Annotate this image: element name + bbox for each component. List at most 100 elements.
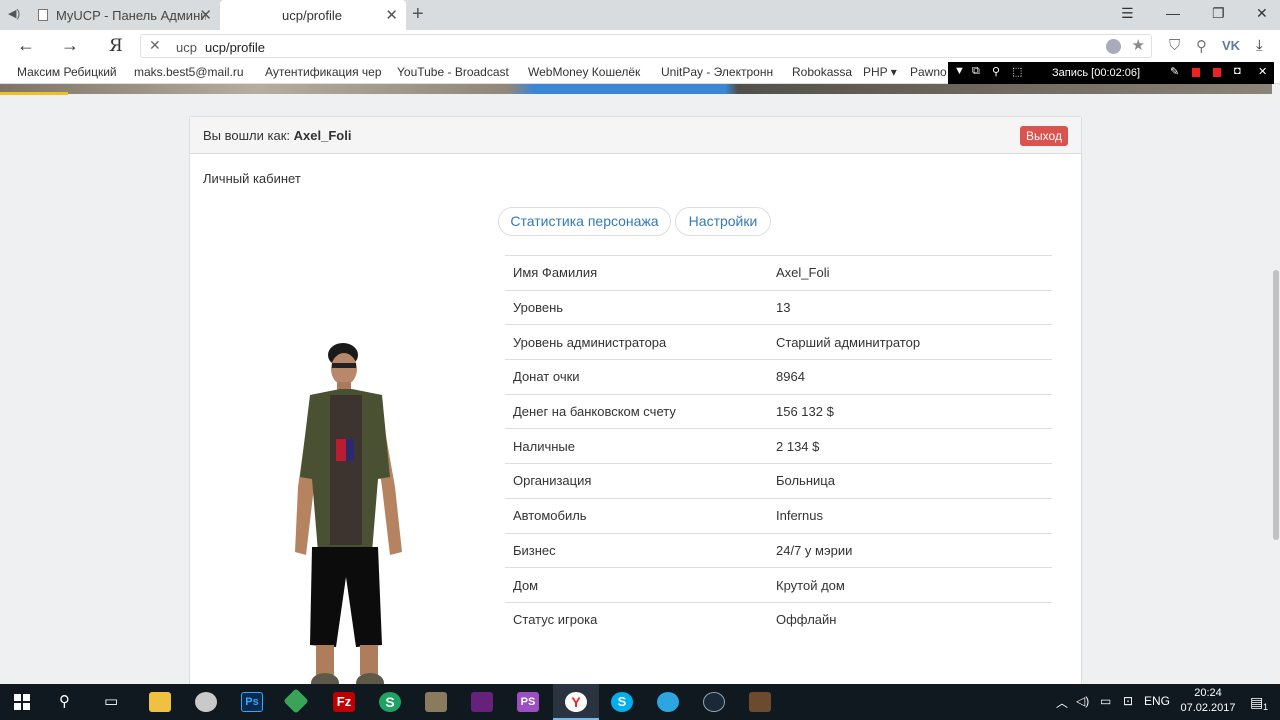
clock-date: 07.02.2017	[1180, 702, 1236, 714]
globe-icon[interactable]	[1106, 39, 1121, 54]
stat-key: Наличные	[505, 428, 768, 464]
yandex-browser-icon[interactable]: Y	[565, 692, 587, 712]
stat-value: 24/7 у мэрии	[768, 532, 1052, 568]
zoom-icon[interactable]: ⚲	[992, 65, 1000, 78]
skype-icon[interactable]: S	[611, 692, 633, 712]
notifications-icon[interactable]: ▤	[1250, 694, 1263, 711]
battery-icon[interactable]: ▭	[1100, 694, 1111, 708]
new-tab-icon[interactable]: +	[412, 3, 424, 26]
yandex-icon[interactable]: Я	[109, 36, 123, 56]
camera-icon[interactable]: ◘	[1234, 65, 1241, 77]
tab-settings[interactable]: Настройки	[675, 207, 771, 236]
taskbar-clock[interactable]: 20:24 07.02.2017	[1178, 686, 1238, 716]
bookmark-item[interactable]: Robokassa	[792, 65, 854, 79]
stat-key: Уровень администратора	[505, 324, 768, 360]
photoshop-icon[interactable]: Ps	[241, 692, 263, 712]
bookmark-item[interactable]: maks.best5@mail.ru	[134, 65, 254, 79]
bookmark-item[interactable]: PHP ▾	[863, 65, 903, 79]
recording-label: Запись [00:02:06]	[1052, 67, 1141, 79]
forward-icon[interactable]: →	[61, 35, 79, 56]
tab-character-stats[interactable]: Статистика персонажа	[498, 207, 671, 236]
bookmark-item[interactable]: WebMoney Кошелёк	[528, 65, 646, 79]
file-explorer-icon[interactable]	[149, 692, 171, 712]
phpstorm-icon[interactable]: PS	[517, 692, 539, 712]
stat-value: Axel_Foli	[768, 255, 1052, 291]
stat-key: Статус игрока	[505, 601, 768, 638]
network-icon[interactable]: ⊡	[1123, 694, 1133, 708]
stat-value: 13	[768, 289, 1052, 325]
panel-header: Вы вошли как: Axel_Foli Выход	[190, 117, 1081, 154]
windows-start-icon[interactable]	[14, 694, 30, 710]
close-tab-icon[interactable]: ✕	[385, 6, 398, 24]
page-scrollbar[interactable]	[1272, 84, 1280, 684]
stat-value: 8964	[768, 359, 1052, 395]
stat-value: Старший админитратор	[768, 324, 1052, 360]
scrollbar-thumb[interactable]	[1273, 270, 1279, 540]
window-icon[interactable]: ⧉	[972, 65, 980, 78]
bookmark-item[interactable]: Pawno	[910, 65, 948, 79]
app-s-icon[interactable]: S	[379, 692, 401, 712]
pause-icon[interactable]	[1192, 68, 1200, 77]
tab-myucp[interactable]: MyUCP - Панель Администр ✕	[28, 0, 218, 30]
table-row: Дом Крутой дом	[505, 567, 1052, 603]
bookmark-item[interactable]: Аутентификация чер	[265, 65, 383, 79]
stat-key: Денег на банковском счету	[505, 393, 768, 429]
table-row: Имя Фамилия Axel_Foli	[505, 255, 1052, 291]
dropdown-icon[interactable]: ▼	[954, 65, 965, 77]
telegram-icon[interactable]	[657, 692, 679, 712]
language-indicator[interactable]: ENG	[1144, 694, 1170, 708]
bookmark-item[interactable]: YouTube - Broadcast	[397, 65, 515, 79]
table-row: Статус игрока Оффлайн	[505, 601, 1052, 638]
stat-key: Организация	[505, 463, 768, 499]
visual-studio-icon[interactable]	[471, 692, 493, 712]
app-icon[interactable]	[425, 692, 447, 712]
logout-button[interactable]: Выход	[1020, 126, 1068, 146]
minimize-icon[interactable]: —	[1166, 5, 1180, 21]
table-row: Автомобиль Infernus	[505, 497, 1052, 533]
search-icon[interactable]: ⚲	[59, 692, 70, 710]
stop-icon[interactable]	[1213, 68, 1221, 77]
table-row: Организация Больница	[505, 463, 1052, 499]
header-banner	[0, 84, 1272, 94]
close-recorder-icon[interactable]: ✕	[1258, 65, 1267, 78]
character-stats-table: Имя Фамилия Axel_Foli Уровень 13 Уровень адм…	[505, 255, 1052, 638]
pen-icon[interactable]: ✎	[1170, 65, 1179, 78]
table-row: Наличные 2 134 $	[505, 428, 1052, 464]
filezilla-icon[interactable]: Fz	[333, 692, 355, 712]
table-row: Уровень 13	[505, 289, 1052, 325]
close-window-icon[interactable]: ✕	[1256, 5, 1268, 22]
login-prefix: Вы вошли как:	[203, 128, 291, 143]
url-input[interactable]: ✕ ucp ucp/profile ★	[140, 34, 1152, 58]
chevron-up-icon[interactable]: ︿	[1056, 694, 1068, 711]
bookmark-item[interactable]: Максим Ребицкий	[17, 65, 125, 79]
region-icon[interactable]: ⬚	[1012, 65, 1022, 78]
app-icon[interactable]	[195, 692, 217, 712]
restore-icon[interactable]: ❐	[1212, 5, 1225, 22]
stat-key: Дом	[505, 567, 768, 603]
bookmark-item[interactable]: UnitPay - Электронн	[661, 65, 779, 79]
tab-profile[interactable]: ucp/profile ✕	[220, 0, 406, 30]
stat-value: Infernus	[768, 497, 1052, 533]
page-content: Вы вошли как: Axel_Foli Выход Личный каб…	[0, 84, 1272, 684]
speaker-icon[interactable]: ◀)	[8, 7, 20, 20]
star-icon[interactable]: ★	[1132, 36, 1145, 54]
stat-key: Бизнес	[505, 532, 768, 568]
task-view-icon[interactable]: ▭	[104, 692, 118, 710]
tab-label: MyUCP - Панель Администр	[56, 7, 206, 23]
download-icon[interactable]: ⤓	[1256, 37, 1263, 54]
stat-value: 156 132 $	[768, 393, 1052, 429]
sourcetree-icon[interactable]	[283, 688, 309, 714]
back-icon[interactable]: ←	[17, 35, 35, 56]
close-tab-icon[interactable]: ✕	[199, 6, 212, 24]
stat-key: Имя Фамилия	[505, 255, 768, 291]
stop-loading-icon[interactable]: ✕	[149, 37, 161, 54]
volume-icon[interactable]: ◁)	[1076, 694, 1089, 708]
stat-value: 2 134 $	[768, 428, 1052, 464]
shield-icon[interactable]: ⛉	[1169, 37, 1180, 54]
menu-icon[interactable]: ☰	[1121, 5, 1134, 22]
steam-icon[interactable]	[703, 692, 725, 712]
taskbar: ⚲ ▭ Ps Fz S PS Y S ︿ ◁) ▭ ⊡ ENG 20:24 07…	[0, 684, 1280, 720]
vk-icon[interactable]: VK	[1222, 38, 1240, 53]
game-icon[interactable]	[749, 692, 771, 712]
extension-icon[interactable]: ⚲	[1196, 37, 1207, 55]
